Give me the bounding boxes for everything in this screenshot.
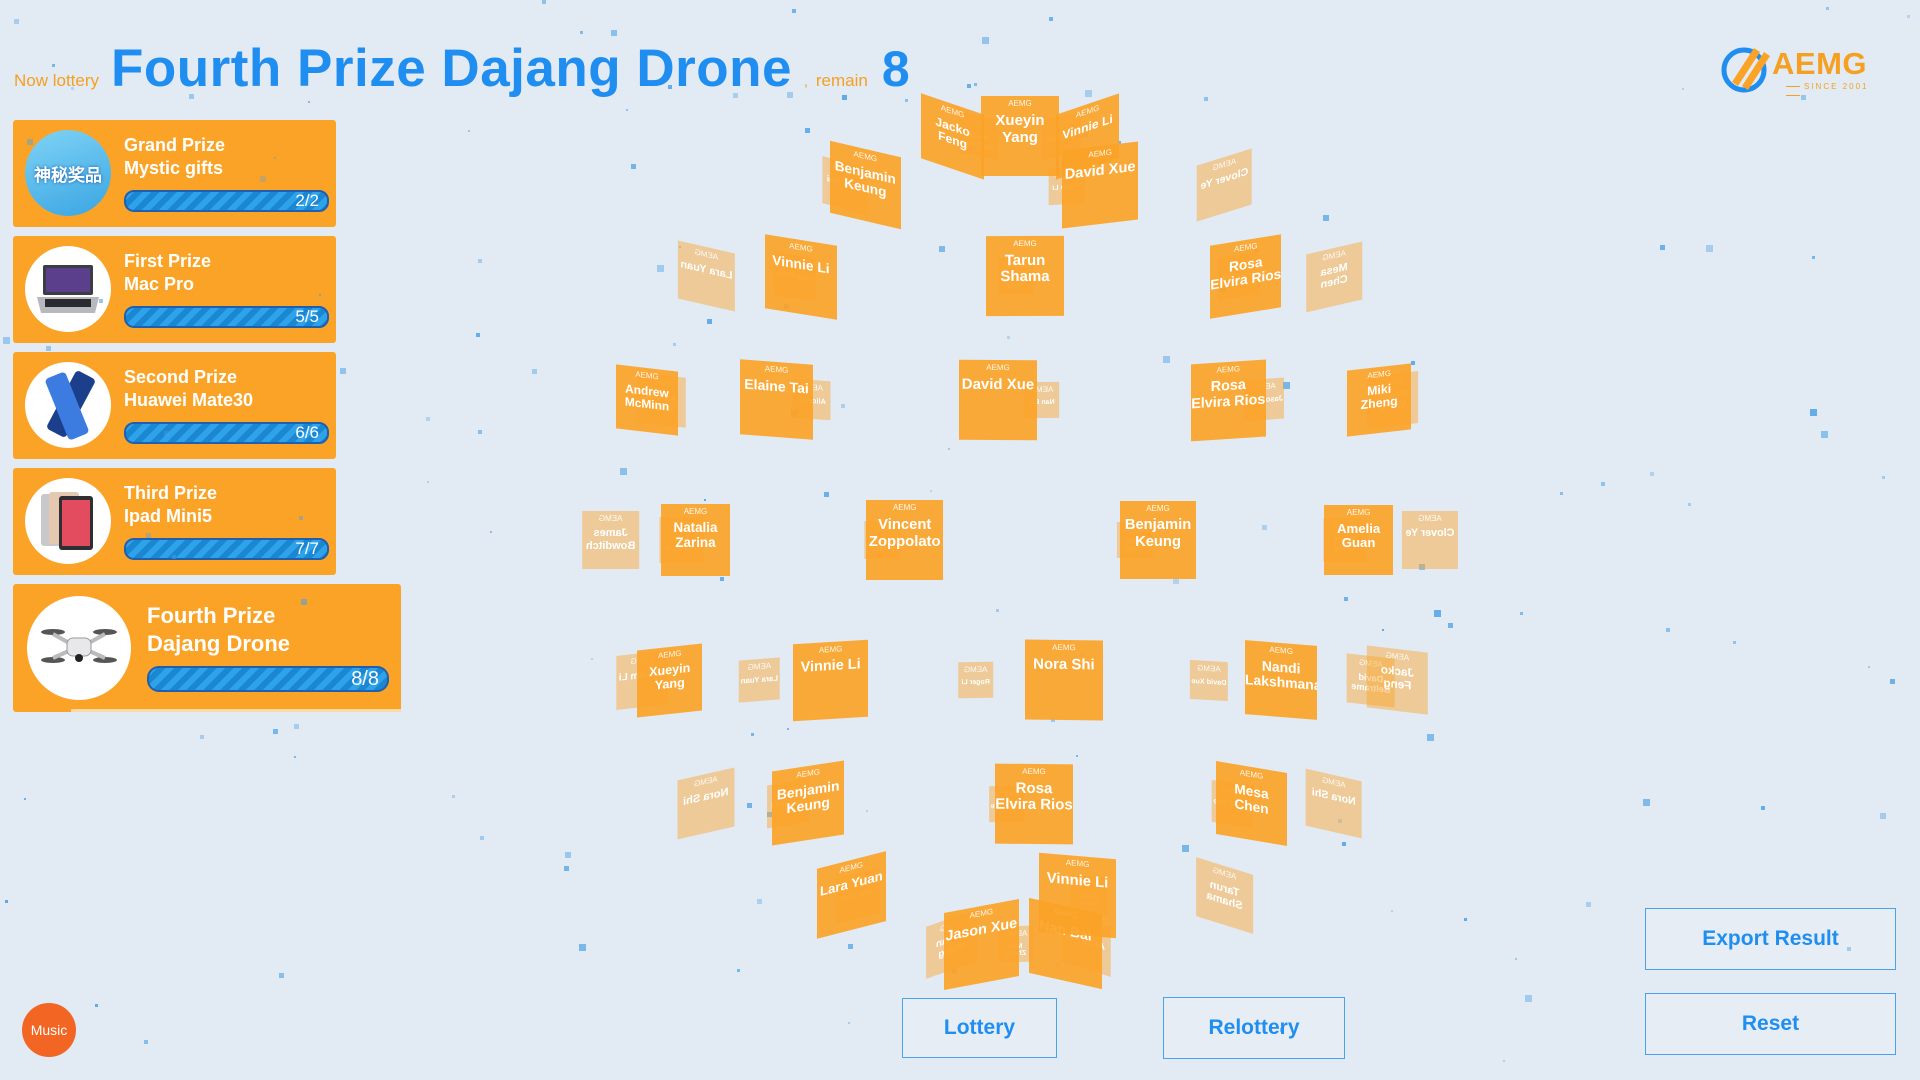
name-tile: AEMGLara Yuan — [816, 851, 886, 940]
tile-name: Amelia Guan — [1336, 520, 1381, 551]
tile-brand: AEMG — [1008, 99, 1032, 109]
tile-name: Jacko Feng — [1381, 662, 1415, 693]
export-result-button[interactable]: Export Result — [1645, 908, 1896, 970]
name-tile: AEMG Amelia Guan — [1324, 504, 1393, 576]
name-tile: AEMGNora Shi — [677, 767, 735, 840]
name-tile: AEMG Benjamin Keung — [1119, 500, 1197, 580]
name-tile: AEMGDavid Xue — [1061, 141, 1138, 229]
tile-name: David Xue — [961, 375, 1035, 393]
name-tile: AEMGAndrew McMinn — [616, 364, 679, 436]
name-tile: AEMGVinnie Li — [765, 233, 838, 320]
tile-brand: AEMG — [747, 661, 772, 673]
tile-name: Rosa Elvira Rios — [1209, 253, 1281, 293]
name-tile: AEMG Tarun Shama — [985, 236, 1064, 317]
tile-brand: AEMG — [819, 643, 843, 655]
tile-name: James Bowditch — [585, 527, 635, 552]
name-tile: AEMGXueyin Yang — [636, 643, 703, 718]
name-tile: AEMG Rosa Elvira Rios — [994, 763, 1073, 844]
name-tile: AEMGVinnie Li — [1039, 852, 1117, 938]
name-tile: AEMG Rosa Elvira Rios — [1209, 233, 1282, 319]
name-tile: AEMG Clover Ye — [1401, 511, 1458, 569]
tile-name: Natalia Zarina — [673, 520, 718, 550]
tile-name: Mesa Chen — [1320, 260, 1348, 291]
name-tile: AEMG Elaine Tai — [739, 359, 813, 441]
tile-name: Rosa Elvira Rios — [995, 779, 1073, 814]
name-tile: AEMGMiki Zheng — [1346, 363, 1412, 437]
tile-brand: AEMG — [1418, 514, 1442, 524]
name-tile: AEMG Tarun Shama — [1196, 856, 1254, 934]
reset-button[interactable]: Reset — [1645, 993, 1896, 1055]
tile-name: Roger Li — [961, 678, 990, 687]
name-tile: AEMG Natalia Zarina — [660, 504, 731, 576]
tile-name: Lara Yuan — [740, 673, 778, 686]
tile-name: Andrew McMinn — [625, 381, 670, 414]
tile-name: Nandi Lakshmanan — [1244, 657, 1317, 695]
tile-name: Xueyin Yang — [995, 112, 1045, 146]
tile-name: Vinnie Li — [800, 655, 861, 676]
tile-brand: AEMG — [1233, 240, 1258, 254]
tile-brand: AEMG — [1066, 857, 1090, 869]
tile-name: Vinnie Li — [1047, 869, 1109, 891]
tile-brand: AEMG — [1367, 368, 1391, 381]
name-tile: AEMGVinnie Li — [793, 639, 869, 722]
tile-brand: AEMG — [1052, 643, 1076, 653]
name-tile: AEMG Nora Shi — [1025, 639, 1104, 721]
music-button[interactable]: Music — [22, 1003, 76, 1057]
tile-name: Nora Shi — [1033, 655, 1095, 674]
tile-name: Miki Zheng — [1360, 381, 1398, 413]
tile-brand: AEMG — [1021, 766, 1046, 776]
tile-brand: AEMG — [1346, 507, 1371, 517]
name-tile: AEMG Mesa Chen — [1216, 761, 1288, 846]
name-tile: AEMGNora Shi — [1305, 768, 1362, 839]
tile-name: Elaine Tai — [743, 375, 809, 397]
tile-brand: AEMG — [1146, 503, 1170, 513]
lottery-button[interactable]: Lottery — [902, 998, 1057, 1058]
tile-brand: AEMG — [1385, 650, 1410, 663]
tile-name: Clover Ye — [1405, 527, 1455, 540]
tile-name: Mesa Chen — [1234, 781, 1269, 817]
tile-brand: AEMG — [1012, 239, 1037, 249]
name-tile: AEMG Vincent Zoppolato — [866, 500, 944, 580]
name-tile: AEMG Mesa Chen — [1305, 241, 1363, 312]
name-tile: AEMG Jacko Feng — [1367, 645, 1429, 715]
tile-brand: AEMG — [598, 513, 622, 523]
name-tile: AEMG David Xue — [959, 359, 1038, 441]
tile-brand: AEMG — [1268, 645, 1293, 657]
tile-name: Benjamin Keung — [1124, 517, 1192, 550]
name-tile: AEMG Rosa Elvira Rios — [1191, 359, 1266, 441]
name-tile: AEMGJason Xue — [944, 898, 1019, 989]
name-tile: AEMGClover Ye — [1196, 148, 1252, 222]
tile-name: Benjamin Keung — [776, 777, 840, 817]
tile-name: David Xue — [1064, 158, 1136, 183]
lottery-sphere: AEMGXueyin YangAEMGVinnie LiAEMGNora Shi… — [0, 0, 1920, 1080]
name-tile: AEMG Xueyin Yang — [981, 96, 1059, 177]
name-tile: AEMG Roger Li — [958, 661, 994, 699]
name-tile: AEMG Jacko Feng — [920, 93, 984, 180]
tile-brand: AEMG — [1216, 363, 1241, 375]
tile-name: Xueyin Yang — [649, 660, 691, 692]
tile-brand: AEMG — [963, 664, 988, 675]
name-tile: AEMGDavid Xue — [1190, 659, 1229, 701]
name-tile: AEMG Benjamin Keung — [829, 140, 901, 230]
tile-name: Rosa Elvira Rios — [1191, 376, 1266, 412]
tile-name: Vincent Zoppolato — [868, 517, 941, 550]
tile-brand: AEMG — [683, 507, 708, 517]
tile-brand: AEMG — [892, 503, 917, 513]
tile-brand: AEMG — [657, 648, 682, 660]
tile-brand: AEMG — [986, 362, 1010, 372]
relottery-button[interactable]: Relottery — [1163, 997, 1345, 1059]
tile-name: Tarun Shama — [1000, 252, 1050, 286]
tile-brand: AEMG — [1197, 663, 1221, 674]
name-tile: AEMGNandi Lakshmanan — [1244, 640, 1317, 721]
name-tile: AEMG Benjamin Keung — [771, 760, 845, 847]
name-tile: AEMGLara Yuan — [677, 240, 735, 313]
tile-name: David Xue — [1191, 675, 1227, 687]
name-tile: AEMGLara Yuan — [738, 657, 780, 703]
tile-brand: AEMG — [1239, 768, 1264, 782]
name-tile: AEMG James Bowditch — [581, 510, 639, 570]
